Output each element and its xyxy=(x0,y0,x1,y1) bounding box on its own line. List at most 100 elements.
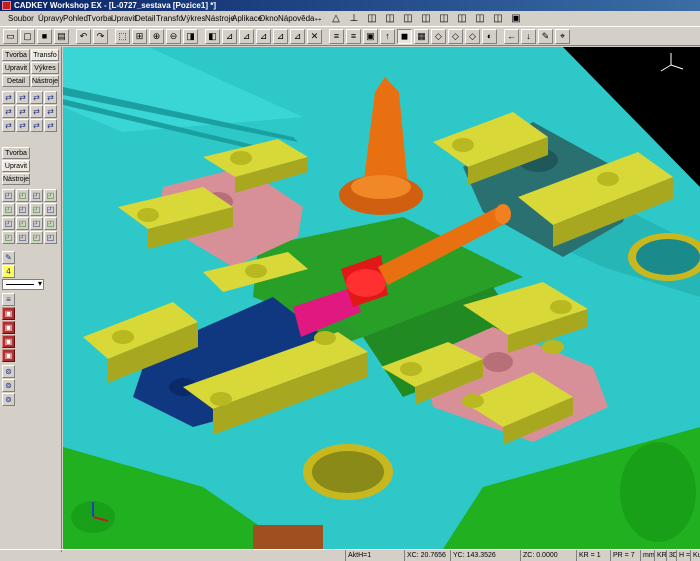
iso-view-icon[interactable]: ▣ xyxy=(510,14,522,24)
modify-tool-icon[interactable]: ◰ xyxy=(2,203,15,216)
menu-item[interactable]: Úpravy xyxy=(38,11,63,27)
transform-tool-icon[interactable]: ⇄ xyxy=(44,119,57,132)
menu-item[interactable]: Upravit xyxy=(111,11,136,27)
snap-icon[interactable]: ⊚ xyxy=(2,379,15,392)
view-icon[interactable]: ◫ xyxy=(474,14,486,24)
zoom-all-icon[interactable]: ⊞ xyxy=(132,29,147,44)
panel-tab[interactable]: Upravit xyxy=(2,62,30,74)
axis-view-icon[interactable]: ⊿ xyxy=(256,29,271,44)
axis-icon[interactable]: ⊥ xyxy=(348,14,360,24)
print-icon[interactable]: ▤ xyxy=(54,29,69,44)
menu-item[interactable]: Aplikace xyxy=(232,11,262,27)
modify-tool-icon[interactable]: ◰ xyxy=(16,231,29,244)
axis-view-icon[interactable]: ⊿ xyxy=(290,29,305,44)
layer-icon[interactable]: ≡ xyxy=(346,29,361,44)
transform-tool-icon[interactable]: ⇄ xyxy=(2,91,15,104)
cube-icon[interactable]: ◇ xyxy=(431,29,446,44)
delete-icon[interactable]: ✕ xyxy=(307,29,322,44)
menu-item[interactable]: Nástroje xyxy=(205,11,235,27)
double-arrow-icon[interactable]: ↔ xyxy=(312,14,324,24)
snap-icon[interactable]: ⊚ xyxy=(2,393,15,406)
modify-tool-icon[interactable]: ◰ xyxy=(30,189,43,202)
arrow-down-icon[interactable]: ↓ xyxy=(521,29,536,44)
3d-viewport[interactable] xyxy=(63,47,700,549)
chevron-down-icon[interactable]: ▾ xyxy=(38,279,42,288)
open-file-icon[interactable]: ▢ xyxy=(20,29,35,44)
level-field[interactable]: 4 xyxy=(2,265,15,278)
modify-tool-icon[interactable]: ◰ xyxy=(44,189,57,202)
arrow-left-icon[interactable]: ← xyxy=(504,29,519,44)
triangle-icon[interactable]: △ xyxy=(330,14,342,24)
attribute-icon[interactable]: ▣ xyxy=(2,321,15,334)
modify-tool-icon[interactable]: ◰ xyxy=(2,217,15,230)
panel-tab[interactable]: Detail xyxy=(2,75,30,87)
attribute-icon[interactable]: ▣ xyxy=(2,349,15,362)
transform-tool-icon[interactable]: ⇄ xyxy=(2,105,15,118)
cube-view-icon[interactable]: ◨ xyxy=(183,29,198,44)
menu-item[interactable]: Tvorba xyxy=(87,11,112,27)
modify-tool-icon[interactable]: ◰ xyxy=(30,203,43,216)
modify-tool-icon[interactable]: ◰ xyxy=(30,231,43,244)
mesh-icon[interactable]: ▦ xyxy=(414,29,429,44)
modify-tool-icon[interactable]: ◰ xyxy=(16,189,29,202)
view-icon[interactable]: ◫ xyxy=(456,14,468,24)
axis-view-icon[interactable]: ⊿ xyxy=(222,29,237,44)
arrow-up-icon[interactable]: ↑ xyxy=(380,29,395,44)
modify-tool-icon[interactable]: ◰ xyxy=(44,231,57,244)
tool-icon[interactable]: ✎ xyxy=(538,29,553,44)
new-file-icon[interactable]: ▭ xyxy=(3,29,18,44)
axis-view-icon[interactable]: ⊿ xyxy=(273,29,288,44)
undo-icon[interactable]: ↶ xyxy=(76,29,91,44)
snap-icon[interactable]: ⊚ xyxy=(2,365,15,378)
panel-tab[interactable]: Výkres xyxy=(31,62,59,74)
measure-icon[interactable]: ⌖ xyxy=(555,29,570,44)
transform-tool-icon[interactable]: ⇄ xyxy=(2,119,15,132)
menu-item[interactable]: Soubor xyxy=(8,11,34,27)
transform-tool-icon[interactable]: ⇄ xyxy=(30,119,43,132)
menu-item[interactable]: Okno xyxy=(259,11,278,27)
panel-tab[interactable]: Transfo xyxy=(31,49,59,61)
panel-tab[interactable]: Tvorba xyxy=(2,147,30,159)
transform-tool-icon[interactable]: ⇄ xyxy=(16,91,29,104)
view-icon[interactable]: ◫ xyxy=(384,14,396,24)
transform-tool-icon[interactable]: ⇄ xyxy=(16,119,29,132)
line-width-icon[interactable]: ≡ xyxy=(2,293,15,306)
transform-tool-icon[interactable]: ⇄ xyxy=(30,91,43,104)
transform-tool-icon[interactable]: ⇄ xyxy=(16,105,29,118)
shading-icon[interactable]: ◧ xyxy=(205,29,220,44)
solid-icon[interactable]: ◼ xyxy=(397,29,412,44)
menu-item[interactable]: Transfo xyxy=(156,11,183,27)
zoom-window-icon[interactable]: ⬚ xyxy=(115,29,130,44)
cube-icon[interactable]: ◇ xyxy=(448,29,463,44)
view-icon[interactable]: ◫ xyxy=(366,14,378,24)
view-icon[interactable]: ◫ xyxy=(438,14,450,24)
menu-item[interactable]: Nápověda xyxy=(278,11,314,27)
shade-icon[interactable]: ◐ xyxy=(482,29,497,44)
modify-tool-icon[interactable]: ◰ xyxy=(2,231,15,244)
modify-tool-icon[interactable]: ◰ xyxy=(44,217,57,230)
modify-tool-icon[interactable]: ◰ xyxy=(2,189,15,202)
panel-tab[interactable]: Tvorba xyxy=(2,49,30,61)
axis-view-icon[interactable]: ⊿ xyxy=(239,29,254,44)
zoom-out-icon[interactable]: ⊖ xyxy=(166,29,181,44)
line-style-select[interactable]: ▾ xyxy=(2,279,44,290)
3d-model-view[interactable] xyxy=(63,47,700,549)
screen-icon[interactable]: ▣ xyxy=(363,29,378,44)
layer-icon[interactable]: ≡ xyxy=(329,29,344,44)
modify-tool-icon[interactable]: ◰ xyxy=(16,203,29,216)
attribute-icon[interactable]: ▣ xyxy=(2,307,15,320)
menu-item[interactable]: Detail xyxy=(135,11,155,27)
modify-tool-icon[interactable]: ◰ xyxy=(30,217,43,230)
save-icon[interactable]: ■ xyxy=(37,29,52,44)
transform-tool-icon[interactable]: ⇄ xyxy=(44,105,57,118)
zoom-in-icon[interactable]: ⊕ xyxy=(149,29,164,44)
cube-icon[interactable]: ◇ xyxy=(465,29,480,44)
modify-tool-icon[interactable]: ◰ xyxy=(44,203,57,216)
menu-item[interactable]: Pohled xyxy=(63,11,88,27)
transform-tool-icon[interactable]: ⇄ xyxy=(44,91,57,104)
pen-icon[interactable]: ✎ xyxy=(2,251,15,264)
modify-tool-icon[interactable]: ◰ xyxy=(16,217,29,230)
panel-tab[interactable]: Nástroje xyxy=(31,75,59,87)
transform-tool-icon[interactable]: ⇄ xyxy=(30,105,43,118)
view-icon[interactable]: ◫ xyxy=(492,14,504,24)
